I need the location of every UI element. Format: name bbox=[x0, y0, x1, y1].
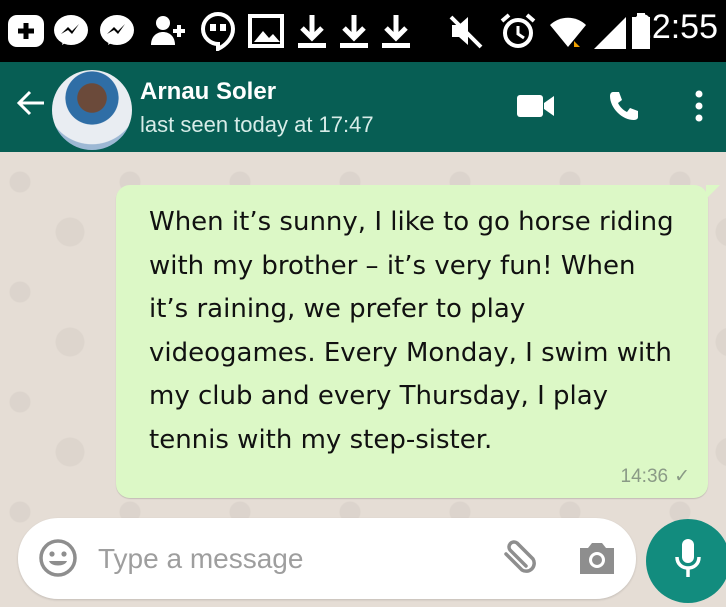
message-text: When it’s sunny, I like to go horse ridi… bbox=[149, 201, 694, 462]
message-line: When it’s sunny, I like to go horse ridi… bbox=[149, 207, 674, 237]
status-bar: 22:55 bbox=[0, 0, 726, 62]
paperclip-icon[interactable] bbox=[496, 536, 540, 585]
plus-box-icon bbox=[6, 11, 46, 51]
image-icon bbox=[246, 11, 286, 51]
mute-icon bbox=[446, 11, 486, 51]
message-time: 14:36 bbox=[620, 465, 669, 487]
message-line: with my brother – it’s very fun! When bbox=[149, 250, 636, 281]
chat-header: Arnau Soler last seen today at 17:47 bbox=[0, 62, 726, 152]
message-line: my club and every Thursday, I play bbox=[149, 381, 609, 411]
download-icon bbox=[294, 11, 330, 51]
bubble-tail bbox=[706, 185, 720, 199]
sent-check-icon: ✓ bbox=[674, 466, 690, 487]
clock: 22:55 bbox=[632, 8, 718, 46]
add-contact-icon bbox=[148, 11, 188, 51]
message-input[interactable] bbox=[96, 536, 480, 582]
message-meta: 14:36 ✓ bbox=[621, 465, 690, 488]
voice-call-icon[interactable] bbox=[608, 86, 638, 126]
back-arrow-icon[interactable] bbox=[16, 88, 46, 123]
contact-name[interactable]: Arnau Soler bbox=[140, 78, 276, 106]
voice-message-button[interactable] bbox=[646, 519, 726, 603]
message-composer bbox=[18, 518, 636, 599]
messenger-icon bbox=[98, 11, 136, 51]
emoji-icon[interactable] bbox=[38, 538, 78, 583]
message-line: tennis with my step-sister. bbox=[149, 424, 493, 455]
signal-icon bbox=[592, 11, 628, 51]
message-line: it’s raining, we prefer to play bbox=[149, 294, 526, 324]
camera-icon[interactable] bbox=[576, 538, 618, 583]
message-line: videogames. Every Monday, I swim with bbox=[149, 337, 672, 368]
alarm-icon bbox=[498, 11, 538, 51]
hangouts-icon bbox=[198, 11, 238, 51]
wifi-icon bbox=[548, 11, 588, 51]
video-call-icon[interactable] bbox=[516, 86, 556, 126]
last-seen-status: last seen today at 17:47 bbox=[140, 112, 374, 137]
download-icon bbox=[336, 11, 372, 51]
avatar[interactable] bbox=[52, 70, 132, 150]
outgoing-message-bubble[interactable]: When it’s sunny, I like to go horse ridi… bbox=[116, 185, 720, 498]
more-options-icon[interactable] bbox=[692, 86, 706, 126]
messenger-icon bbox=[52, 11, 90, 51]
download-icon bbox=[378, 11, 414, 51]
microphone-icon bbox=[673, 537, 703, 586]
